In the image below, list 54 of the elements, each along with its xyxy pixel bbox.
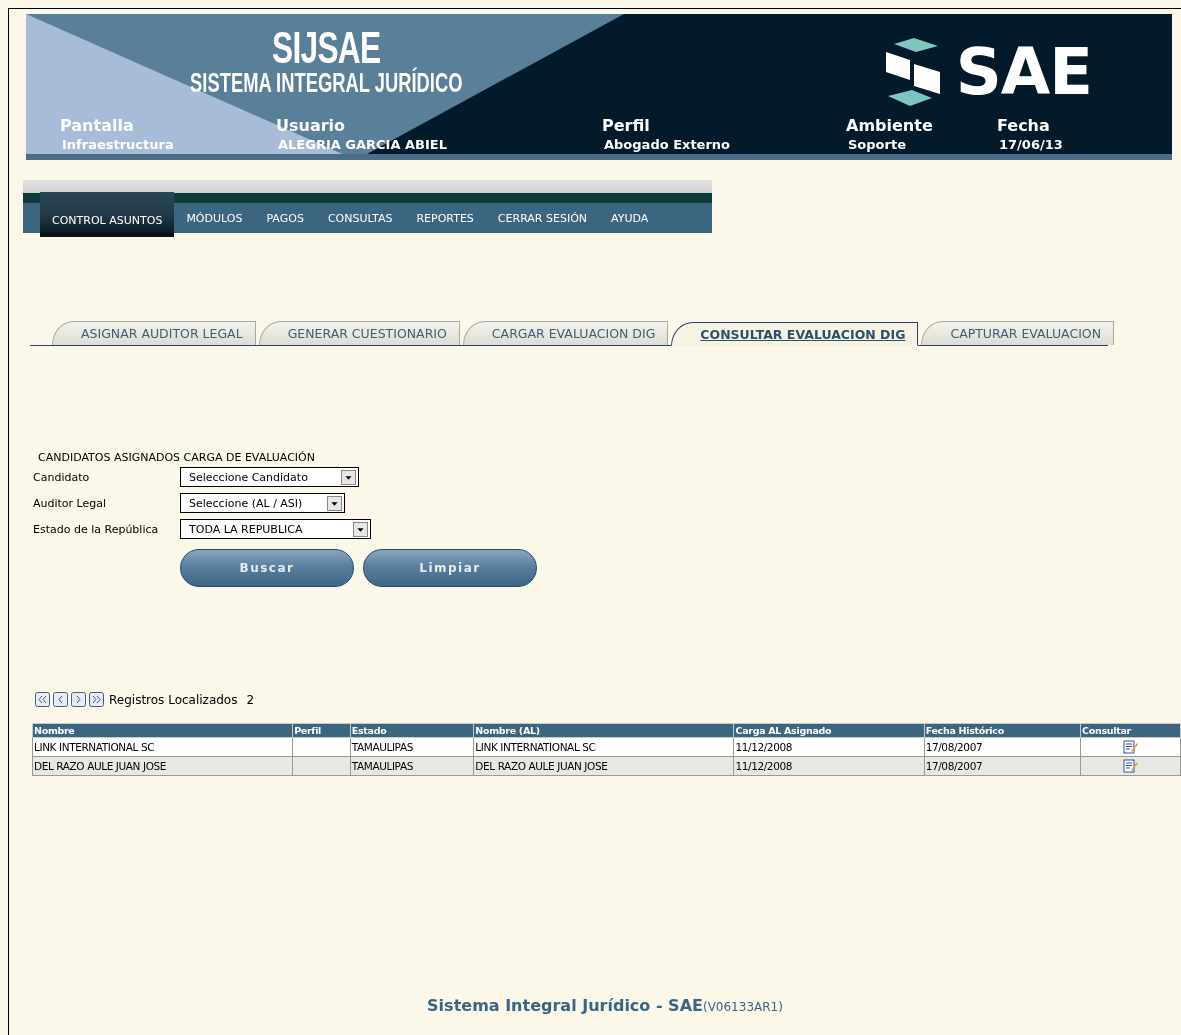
menu-item[interactable]: AYUDA [599,203,661,233]
tab[interactable]: CARGAR EVALUACION DIG [462,321,669,345]
field-value: Infraestructura [61,136,174,153]
field-label: Usuario [276,116,346,136]
field-label: Pantalla [60,116,134,136]
logo-text: SAE [955,40,1092,104]
logo-icon [883,38,942,106]
column-header: Nombre [32,723,293,738]
field-label: Fecha [997,116,1050,136]
column-header: Consultar [1080,723,1181,738]
menu-item[interactable]: CONTROL ASUNTOS [40,192,175,237]
caret-icon [341,469,356,485]
last-page-icon[interactable] [89,692,104,707]
edit-icon[interactable] [1123,759,1138,773]
menu-item[interactable]: MÓDULOS [174,203,255,233]
field-label: Estado de la República [33,522,160,536]
tab[interactable]: ASIGNAR AUDITOR LEGAL [52,321,256,345]
search-button[interactable]: Buscar [180,549,354,587]
edit-icon[interactable] [1123,740,1138,754]
column-header: Perfil [292,723,351,738]
app-subtitle: SISTEMA INTEGRAL JURÍDICO [189,68,463,98]
next-page-icon[interactable] [71,692,86,707]
select-field[interactable]: Seleccione (AL / ASI) [180,493,345,513]
section-title: CANDIDATOS ASIGNADOS CARGA DE EVALUACIÓN [38,451,315,464]
caret-icon [353,521,368,537]
field-value: Abogado Externo [603,136,731,153]
footer-title: Sistema Integral Jurídico - SAE [427,996,703,1015]
menu-item[interactable]: PAGOS [254,203,316,233]
records-count: 2 [246,692,255,707]
field-label: Ambiente [846,116,933,136]
menu-item[interactable]: REPORTES [404,203,486,233]
menu-item[interactable]: CERRAR SESIÓN [485,203,600,233]
first-page-icon[interactable] [35,692,50,707]
select-field[interactable]: Seleccione Candidato [180,467,359,487]
column-header: Carga AL Asignado [733,723,925,738]
menu-item[interactable]: CONSULTAS [315,203,405,233]
tab[interactable]: CAPTURAR EVALUACION [921,321,1115,345]
app-title: SIJSAE [271,26,381,70]
field-label: Auditor Legal [33,496,108,510]
column-header: Nombre (AL) [473,723,734,738]
field-label: Candidato [33,470,91,484]
records-found-label: Registros Localizados [109,692,238,707]
field-value: Soporte [847,136,906,153]
column-header: Fecha Histórico [924,723,1081,738]
tab[interactable]: GENERAR CUESTIONARIO [258,321,460,345]
field-label: Perfil [602,116,650,136]
field-value: 17/06/13 [998,136,1063,153]
column-header: Estado [350,723,474,738]
previous-page-icon[interactable] [53,692,68,707]
caret-icon [327,495,342,511]
select-field[interactable]: TODA LA REPUBLICA [180,519,371,539]
version-label: (V06133AR1) [702,1000,783,1014]
clear-button[interactable]: Limpiar [363,549,537,587]
tab[interactable]: CONSULTAR EVALUACION DIG [671,322,919,346]
